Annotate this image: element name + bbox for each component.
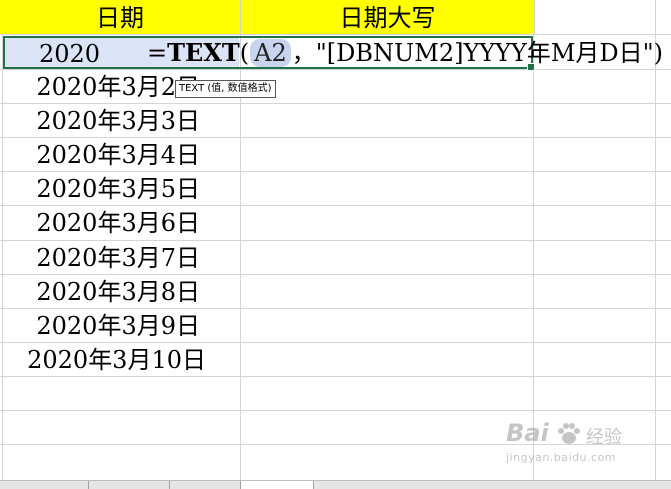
cell-date-row-8[interactable]: 2020年3月7日 [36, 241, 200, 275]
formula-text[interactable]: =TEXT(A2 ，"[DBNUM2]YYYY年M月D日") [147, 37, 663, 69]
paw-icon [558, 423, 580, 444]
gridline [655, 0, 656, 480]
cell-date-row-9[interactable]: 2020年3月8日 [36, 275, 200, 309]
cell-date-row-10[interactable]: 2020年3月9日 [36, 309, 200, 343]
gridline [2, 0, 3, 480]
watermark-brand: Bai [506, 419, 549, 447]
formula-function: TEXT [167, 38, 240, 67]
formula-paren: ( [239, 39, 250, 67]
formula-equals: = [147, 39, 168, 67]
watermark-url: jingyan.baidu.com [506, 451, 617, 464]
header-cell-date[interactable]: 日期 [0, 0, 241, 34]
cell-date-row-11[interactable]: 2020年3月10日 [27, 343, 206, 377]
formula-arguments: ，"[DBNUM2]YYYY年M月D日") [291, 39, 664, 67]
cell-date-row-6[interactable]: 2020年3月5日 [36, 172, 200, 206]
header-cell-date-uppercase[interactable]: 日期大写 [241, 0, 535, 34]
gridline [0, 410, 671, 411]
gridline [533, 0, 534, 480]
cell-date-row-4[interactable]: 2020年3月3日 [36, 104, 200, 138]
watermark-tail: 经验 [586, 427, 622, 448]
formula-reference[interactable]: A2 [250, 39, 291, 67]
cell-date-row-5[interactable]: 2020年3月4日 [36, 138, 200, 172]
cell-date-row-7[interactable]: 2020年3月6日 [36, 206, 200, 240]
gridline [0, 34, 671, 35]
function-tooltip: TEXT (值, 数值格式) [175, 80, 276, 98]
gridline [240, 0, 241, 480]
baidu-watermark: Bai 经验 jingyan.baidu.com [506, 417, 666, 472]
